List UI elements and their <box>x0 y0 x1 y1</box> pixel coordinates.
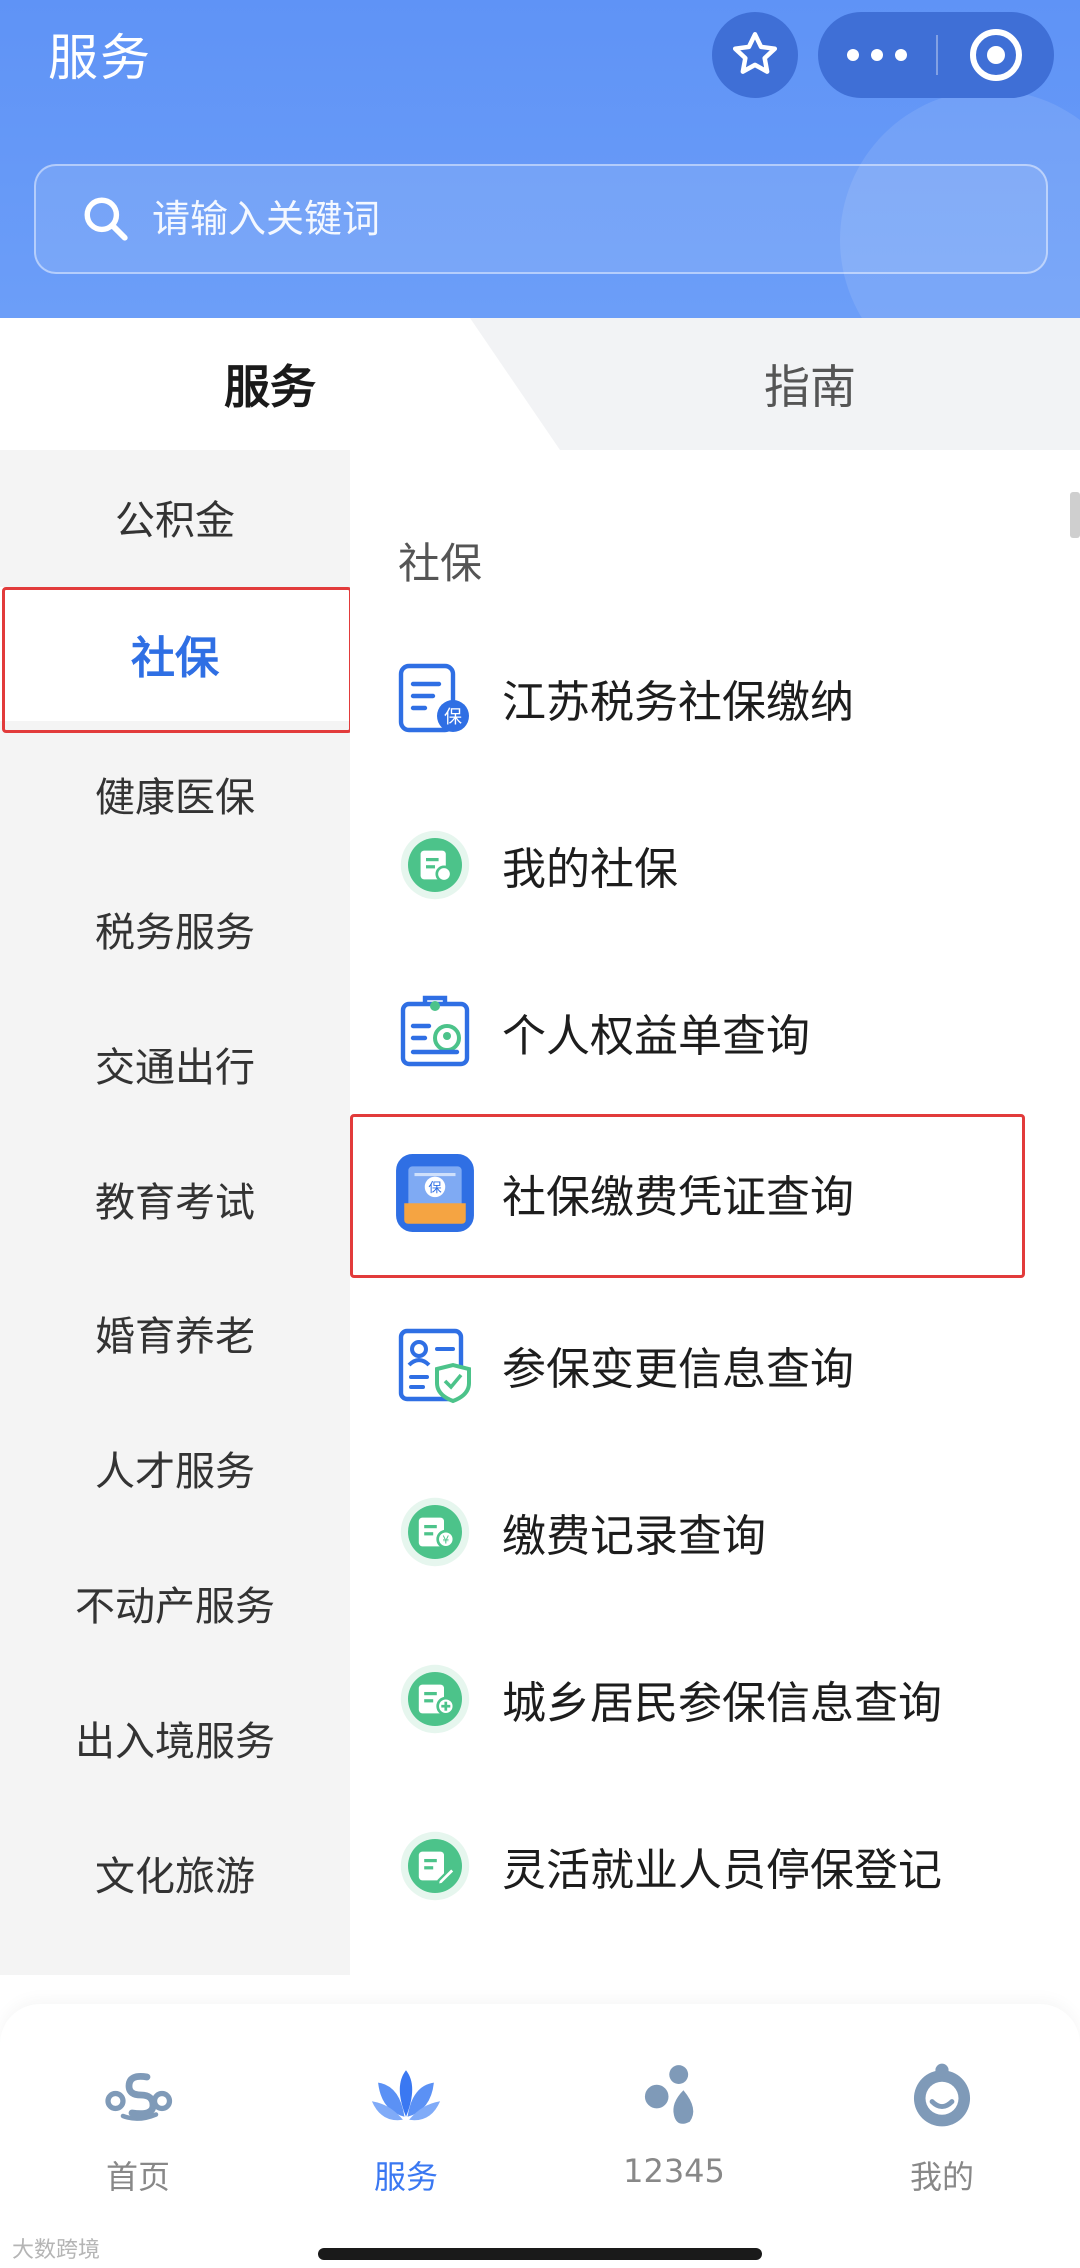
nav-hotline[interactable]: 12345 <box>574 2060 774 2210</box>
stop-insurance-icon <box>394 1825 476 1907</box>
watermark: 大数跨境 <box>12 2238 101 2263</box>
service-item-payment-voucher[interactable]: 保 社保缴费凭证查询 <box>350 1114 1050 1278</box>
header-bar: 服务 <box>0 0 1080 318</box>
service-item-jiangsu-tax[interactable]: 保 江苏税务社保缴纳 <box>350 628 1050 768</box>
resident-insurance-icon <box>394 1658 476 1740</box>
category-marriage-elderly[interactable]: 婚育养老 <box>0 1266 350 1400</box>
service-item-stop-insurance[interactable]: 灵活就业人员停保登记 <box>350 1796 1050 1936</box>
service-item-my-social-security[interactable]: 我的社保 <box>350 795 1050 935</box>
search-box[interactable] <box>34 164 1048 274</box>
section-title: 社保 <box>398 539 483 588</box>
service-label: 城乡居民参保信息查询 <box>502 1678 942 1729</box>
profile-icon <box>902 2060 982 2130</box>
category-immigration[interactable]: 出入境服务 <box>0 1671 350 1805</box>
target-icon <box>970 29 1022 81</box>
service-item-payment-record[interactable]: ¥ 缴费记录查询 <box>350 1462 1050 1602</box>
close-miniprogram-button[interactable] <box>938 12 1054 98</box>
nav-label: 我的 <box>909 2158 974 2196</box>
category-talent[interactable]: 人才服务 <box>0 1401 350 1535</box>
miniprogram-capsule <box>818 12 1054 98</box>
more-dot <box>871 49 883 61</box>
service-label: 参保变更信息查询 <box>502 1344 854 1395</box>
home-logo-icon <box>98 2060 178 2130</box>
service-label: 个人权益单查询 <box>502 1011 810 1062</box>
payment-record-icon: ¥ <box>394 1491 476 1573</box>
tax-document-icon: 保 <box>394 657 476 739</box>
service-label: 社保缴费凭证查询 <box>502 1172 854 1223</box>
service-label: 灵活就业人员停保登记 <box>502 1845 942 1896</box>
nav-home[interactable]: 首页 <box>38 2060 238 2210</box>
bottom-navigation: 首页 服务 12345 我的 <box>0 2004 1080 2268</box>
favorite-button[interactable] <box>712 12 798 98</box>
scrollbar[interactable] <box>1070 492 1080 538</box>
service-label: 我的社保 <box>502 844 678 895</box>
category-transport[interactable]: 交通出行 <box>0 997 350 1131</box>
tab-guide[interactable]: 指南 <box>540 318 1080 450</box>
hotline-icon <box>634 2060 714 2130</box>
tab-bar: 服务 指南 <box>0 318 1080 450</box>
nav-services[interactable]: 服务 <box>306 2060 506 2210</box>
search-input[interactable] <box>152 197 932 241</box>
page-title: 服务 <box>48 29 152 87</box>
more-dot <box>847 49 859 61</box>
service-label: 缴费记录查询 <box>502 1511 766 1562</box>
nav-label: 服务 <box>373 2158 438 2196</box>
service-list: 社保 保 江苏税务社保缴纳 我的社保 个人权益单查询 保 社保缴费凭证查询 参保… <box>350 450 1080 1975</box>
category-culture-tourism[interactable]: 文化旅游 <box>0 1806 350 1940</box>
rights-clipboard-icon <box>394 991 476 1073</box>
more-dot <box>895 49 907 61</box>
service-label: 江苏税务社保缴纳 <box>502 677 854 728</box>
home-indicator[interactable] <box>318 2248 762 2260</box>
category-health-insurance[interactable]: 健康医保 <box>0 727 350 861</box>
nav-label: 首页 <box>105 2158 170 2196</box>
nav-label: 12345 <box>623 2152 725 2190</box>
insurance-change-icon <box>394 1324 476 1406</box>
category-social-security[interactable]: 社保 <box>0 587 352 733</box>
category-real-estate[interactable]: 不动产服务 <box>0 1536 350 1670</box>
search-icon <box>76 189 136 249</box>
service-item-resident-insurance[interactable]: 城乡居民参保信息查询 <box>350 1629 1050 1769</box>
category-housing-fund[interactable]: 公积金 <box>0 450 350 584</box>
category-sidebar: 公积金 社保 健康医保 税务服务 交通出行 教育考试 婚育养老 人才服务 不动产… <box>0 450 352 1975</box>
category-education[interactable]: 教育考试 <box>0 1132 350 1266</box>
svg-text:¥: ¥ <box>442 1534 449 1547</box>
service-item-insurance-change[interactable]: 参保变更信息查询 <box>350 1295 1050 1435</box>
star-icon <box>732 32 778 74</box>
social-security-card-icon <box>394 824 476 906</box>
category-tax[interactable]: 税务服务 <box>0 862 350 996</box>
nav-profile[interactable]: 我的 <box>842 2060 1042 2210</box>
more-button[interactable] <box>818 12 936 98</box>
payment-voucher-icon: 保 <box>394 1152 476 1234</box>
tab-services[interactable]: 服务 <box>0 318 540 450</box>
service-item-personal-rights[interactable]: 个人权益单查询 <box>350 962 1050 1102</box>
lotus-icon <box>366 2060 446 2130</box>
svg-text:保: 保 <box>444 707 462 728</box>
svg-text:保: 保 <box>428 1180 442 1196</box>
